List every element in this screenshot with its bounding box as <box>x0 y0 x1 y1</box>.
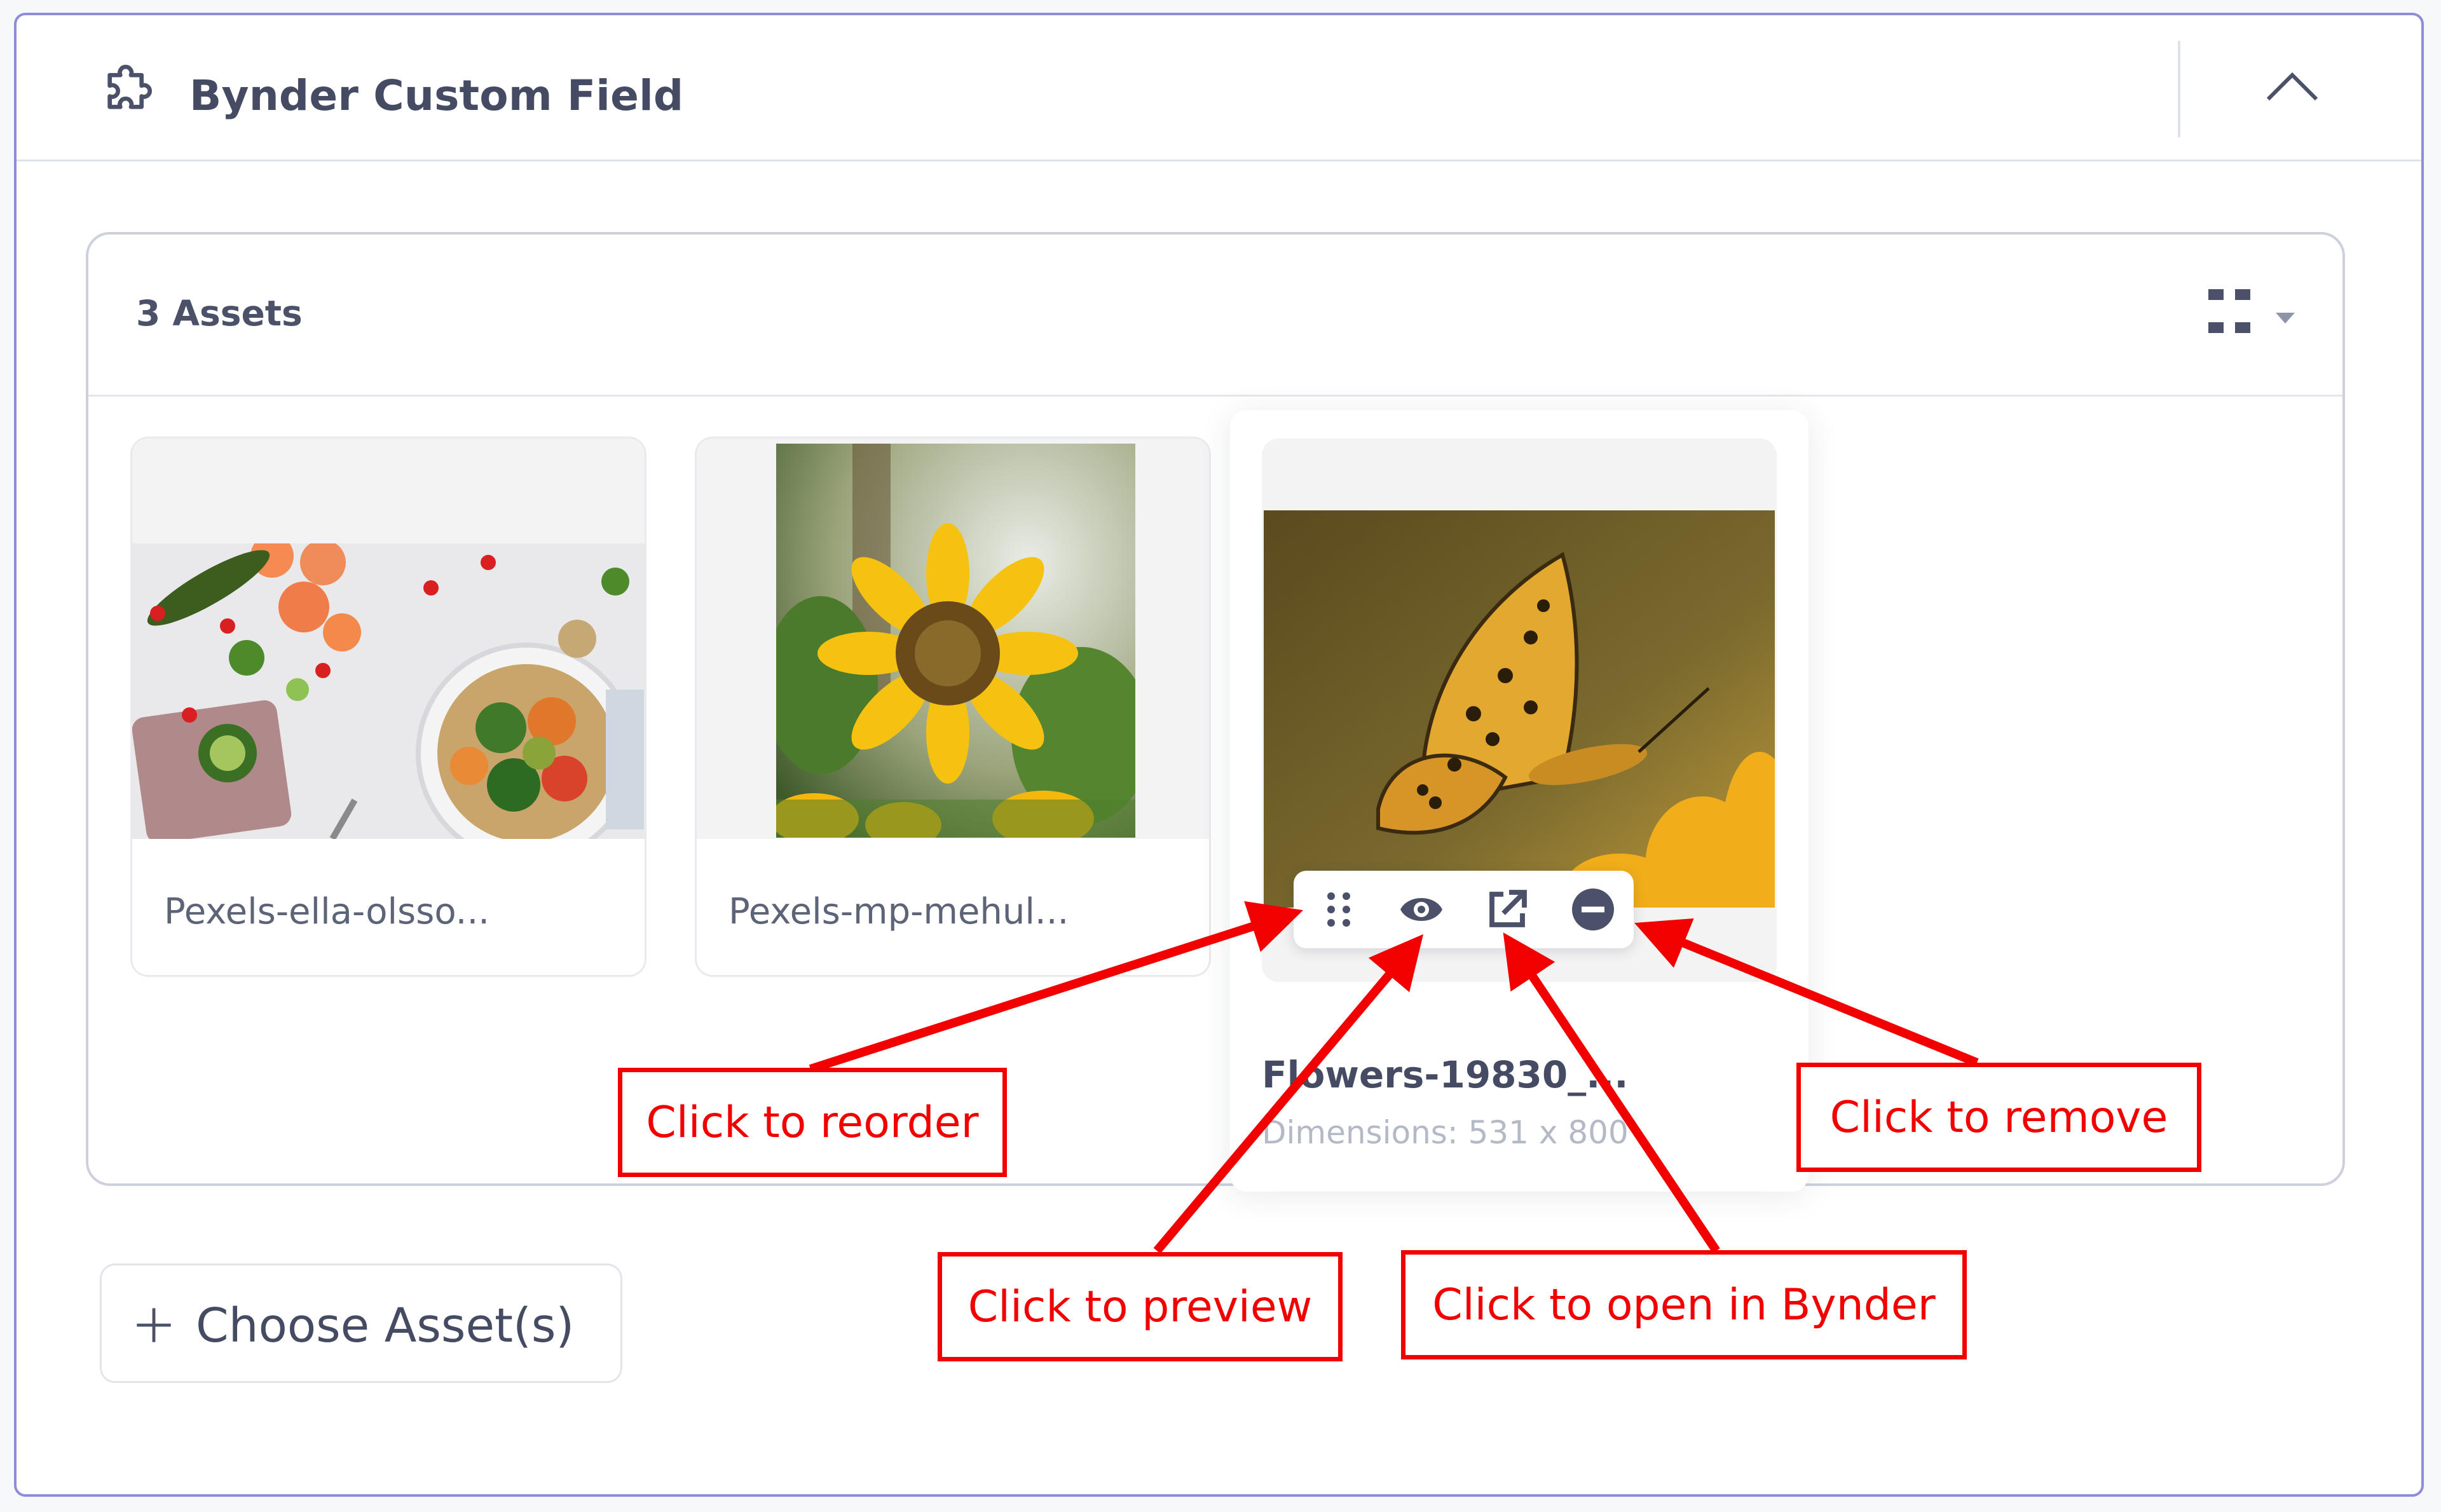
panel-header: Bynder Custom Field <box>17 15 2421 161</box>
plus-icon <box>137 1308 171 1342</box>
eye-icon[interactable] <box>1398 887 1444 932</box>
remove-circle-icon[interactable] <box>1570 887 1616 932</box>
assets-field-header: 3 Assets <box>88 235 2342 397</box>
asset-name: Flowers-19830_... <box>1262 1053 1629 1096</box>
callout-reorder-text: Click to reorder <box>646 1097 979 1148</box>
salad-bowl-image <box>132 543 645 839</box>
asset-action-toolbar <box>1294 871 1634 948</box>
asset-card-selected[interactable]: Flowers-19830_... Dimensions: 531 x 800 <box>1230 410 1809 1192</box>
callout-remove: Click to remove <box>1796 1063 2201 1172</box>
callout-preview: Click to preview <box>938 1252 1343 1361</box>
asset-thumbnail <box>132 439 645 839</box>
asset-count: 3 Assets <box>136 293 303 334</box>
choose-assets-button[interactable]: Choose Asset(s) <box>100 1263 622 1383</box>
callout-preview-text: Click to preview <box>968 1281 1313 1332</box>
asset-name: Pexels-mp-mehul... <box>728 891 1069 932</box>
grid-view-icon[interactable] <box>2205 285 2306 343</box>
external-link-icon[interactable] <box>1484 887 1530 932</box>
asset-dimensions: Dimensions: 531 x 800 <box>1262 1114 1629 1151</box>
chevron-up-icon[interactable] <box>2260 61 2324 112</box>
callout-open-text: Click to open in Bynder <box>1432 1279 1936 1330</box>
callout-remove-text: Click to remove <box>1829 1092 2168 1143</box>
puzzle-piece-icon <box>107 64 152 109</box>
choose-assets-label: Choose Asset(s) <box>196 1298 575 1353</box>
asset-thumbnail <box>697 439 1209 839</box>
asset-card[interactable]: Pexels-mp-mehul... <box>695 437 1211 977</box>
header-divider <box>2178 41 2180 137</box>
panel-title: Bynder Custom Field <box>189 71 684 120</box>
asset-name: Pexels-ella-olsso... <box>164 891 490 932</box>
sunflower-image <box>776 444 1135 838</box>
callout-reorder: Click to reorder <box>618 1068 1007 1177</box>
callout-open: Click to open in Bynder <box>1401 1250 1967 1359</box>
butterfly-image <box>1264 510 1775 908</box>
drag-handle-icon[interactable] <box>1316 887 1362 932</box>
asset-card[interactable]: Pexels-ella-olsso... <box>130 437 646 977</box>
